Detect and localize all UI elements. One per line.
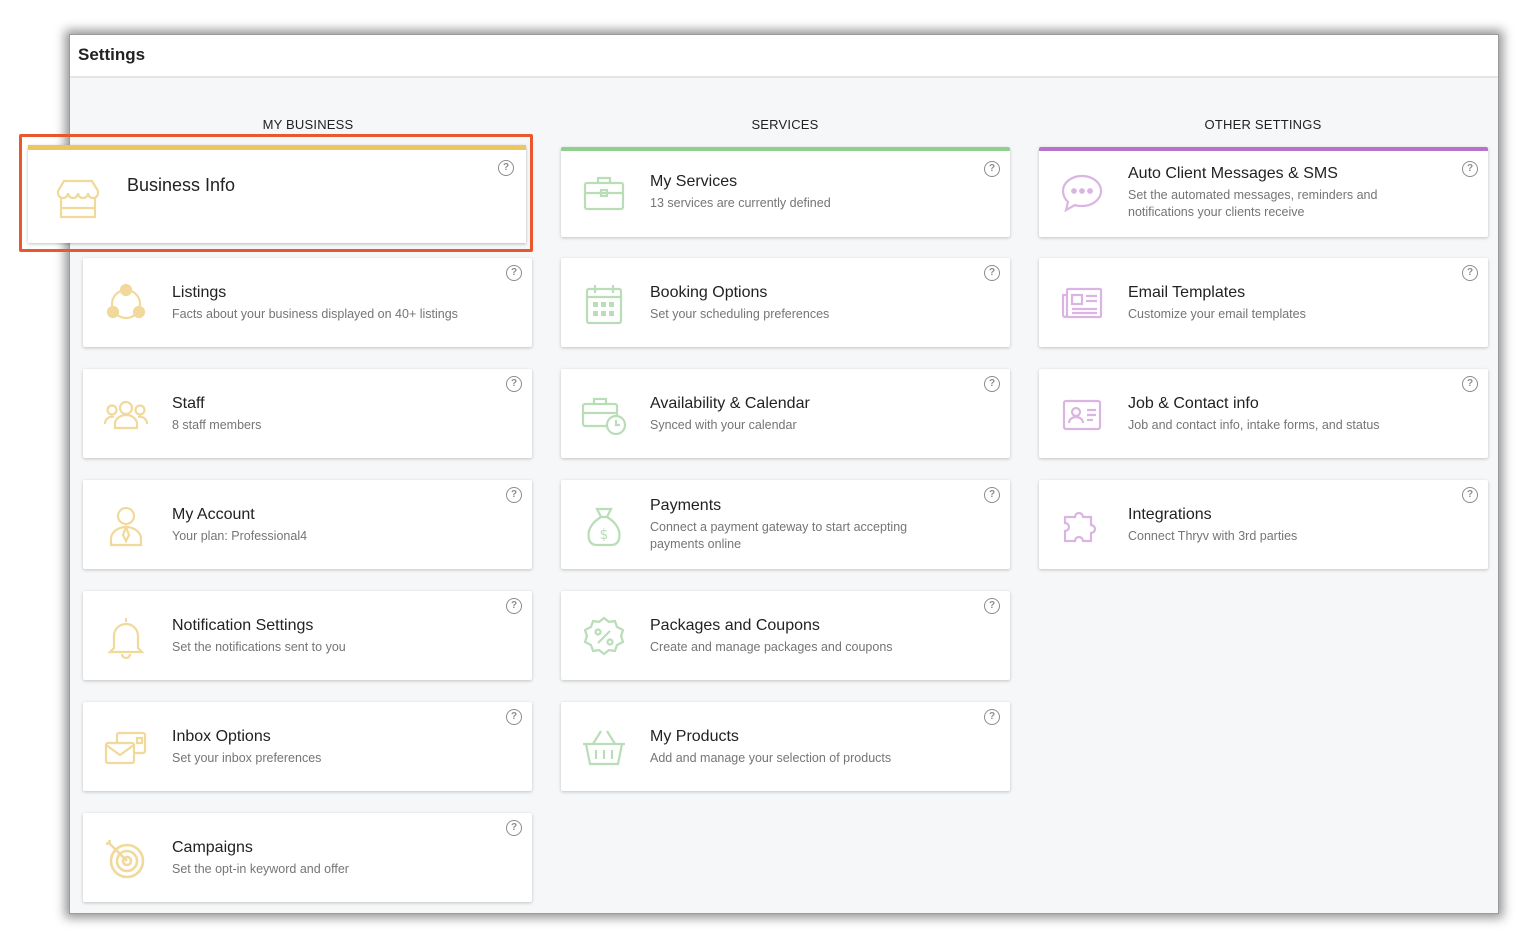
card-notification-settings[interactable]: Notification Settings Set the notificati… bbox=[83, 591, 532, 680]
percent-badge-icon bbox=[581, 614, 627, 660]
money-bag-icon: $ bbox=[581, 503, 627, 549]
help-icon[interactable]: ? bbox=[506, 709, 522, 725]
column-heading-other-settings: OTHER SETTINGS bbox=[1204, 117, 1322, 132]
help-icon[interactable]: ? bbox=[506, 376, 522, 392]
card-my-services[interactable]: My Services 13 services are currently de… bbox=[561, 147, 1010, 237]
column-heading-my-business: MY BUSINESS bbox=[262, 117, 354, 132]
card-subtitle: 13 services are currently defined bbox=[650, 196, 831, 210]
card-availability-calendar[interactable]: Availability & Calendar Synced with your… bbox=[561, 369, 1010, 458]
bell-icon bbox=[103, 614, 149, 660]
card-auto-client-messages[interactable]: Auto Client Messages & SMS Set the autom… bbox=[1039, 147, 1488, 237]
help-icon[interactable]: ? bbox=[506, 265, 522, 281]
card-subtitle: Set the opt-in keyword and offer bbox=[172, 861, 349, 876]
card-listings[interactable]: Listings Facts about your business displ… bbox=[83, 258, 532, 347]
card-business-info[interactable]: Business Info ? bbox=[28, 145, 526, 243]
card-title: My Account bbox=[172, 505, 255, 523]
svg-text:$: $ bbox=[600, 527, 609, 543]
help-icon[interactable]: ? bbox=[506, 487, 522, 503]
card-my-products[interactable]: My Products Add and manage your selectio… bbox=[561, 702, 1010, 791]
card-subtitle: Set the automated messages, reminders an… bbox=[1128, 187, 1378, 219]
basket-icon bbox=[581, 725, 627, 771]
card-title: Campaigns bbox=[172, 838, 253, 856]
network-icon bbox=[103, 281, 149, 327]
calendar-icon bbox=[581, 281, 627, 327]
card-title: Packages and Coupons bbox=[650, 616, 820, 634]
card-subtitle: Set your inbox preferences bbox=[172, 750, 322, 765]
card-payments[interactable]: $ Payments Connect a payment gateway to … bbox=[561, 480, 1010, 569]
category-accent-bar bbox=[28, 145, 526, 150]
briefcase-clock-icon bbox=[581, 392, 627, 438]
card-subtitle: Connect Thryv with 3rd parties bbox=[1128, 528, 1298, 543]
card-title: Booking Options bbox=[650, 283, 768, 301]
card-subtitle: Synced with your calendar bbox=[650, 417, 797, 432]
card-subtitle: Facts about your business displayed on 4… bbox=[172, 306, 458, 321]
contact-card-icon bbox=[1059, 392, 1105, 438]
card-title: Availability & Calendar bbox=[650, 394, 810, 412]
person-icon bbox=[103, 503, 149, 549]
card-packages-coupons[interactable]: Packages and Coupons Create and manage p… bbox=[561, 591, 1010, 680]
help-icon[interactable]: ? bbox=[498, 160, 514, 176]
card-title: My Services bbox=[650, 173, 738, 190]
card-campaigns[interactable]: Campaigns Set the opt-in keyword and off… bbox=[83, 813, 532, 902]
card-email-templates[interactable]: Email Templates Customize your email tem… bbox=[1039, 258, 1488, 347]
card-booking-options[interactable]: Booking Options Set your scheduling pref… bbox=[561, 258, 1010, 347]
briefcase-icon bbox=[581, 170, 627, 216]
help-icon[interactable]: ? bbox=[984, 709, 1000, 725]
help-icon[interactable]: ? bbox=[984, 161, 1000, 177]
card-subtitle: Job and contact info, intake forms, and … bbox=[1128, 417, 1380, 432]
card-integrations[interactable]: Integrations Connect Thryv with 3rd part… bbox=[1039, 480, 1488, 569]
card-title: Integrations bbox=[1128, 505, 1212, 523]
card-subtitle: 8 staff members bbox=[172, 417, 262, 432]
card-title: My Products bbox=[650, 727, 739, 745]
help-icon[interactable]: ? bbox=[984, 265, 1000, 281]
card-subtitle: Add and manage your selection of product… bbox=[650, 750, 892, 765]
card-title: Auto Client Messages & SMS bbox=[1128, 164, 1338, 182]
chat-bubble-icon bbox=[1059, 170, 1105, 216]
card-staff[interactable]: Staff 8 staff members ? bbox=[83, 369, 532, 458]
settings-header: Settings bbox=[70, 35, 1498, 78]
card-title: Email Templates bbox=[1128, 283, 1246, 301]
help-icon[interactable]: ? bbox=[506, 598, 522, 614]
help-icon[interactable]: ? bbox=[506, 820, 522, 836]
puzzle-icon bbox=[1059, 503, 1105, 549]
card-title: Job & Contact info bbox=[1128, 394, 1259, 412]
card-title: Payments bbox=[650, 497, 722, 514]
card-title: Listings bbox=[172, 283, 227, 301]
card-title: Staff bbox=[172, 394, 205, 412]
help-icon[interactable]: ? bbox=[984, 598, 1000, 614]
envelopes-icon bbox=[103, 725, 149, 771]
help-icon[interactable]: ? bbox=[1462, 161, 1478, 177]
card-subtitle: Your plan: Professional4 bbox=[172, 528, 308, 543]
help-icon[interactable]: ? bbox=[984, 487, 1000, 503]
help-icon[interactable]: ? bbox=[1462, 487, 1478, 503]
newspaper-icon bbox=[1059, 281, 1105, 327]
card-title: Business Info bbox=[127, 175, 236, 195]
column-heading-services: SERVICES bbox=[751, 117, 819, 132]
target-icon bbox=[103, 836, 149, 882]
help-icon[interactable]: ? bbox=[1462, 376, 1478, 392]
storefront-icon bbox=[54, 175, 102, 223]
people-icon bbox=[103, 392, 149, 438]
card-subtitle: Set your scheduling preferences bbox=[650, 306, 830, 321]
card-my-account[interactable]: My Account Your plan: Professional4 ? bbox=[83, 480, 532, 569]
card-job-contact-info[interactable]: Job & Contact info Job and contact info,… bbox=[1039, 369, 1488, 458]
card-title: Inbox Options bbox=[172, 727, 271, 745]
page-title: Settings bbox=[78, 45, 146, 64]
card-title: Notification Settings bbox=[172, 616, 314, 634]
help-icon[interactable]: ? bbox=[984, 376, 1000, 392]
card-subtitle: Customize your email templates bbox=[1128, 306, 1306, 321]
card-subtitle: Set the notifications sent to you bbox=[172, 639, 346, 654]
card-subtitle: Connect a payment gateway to start accep… bbox=[650, 520, 908, 551]
card-subtitle: Create and manage packages and coupons bbox=[650, 639, 893, 654]
help-icon[interactable]: ? bbox=[1462, 265, 1478, 281]
card-inbox-options[interactable]: Inbox Options Set your inbox preferences… bbox=[83, 702, 532, 791]
